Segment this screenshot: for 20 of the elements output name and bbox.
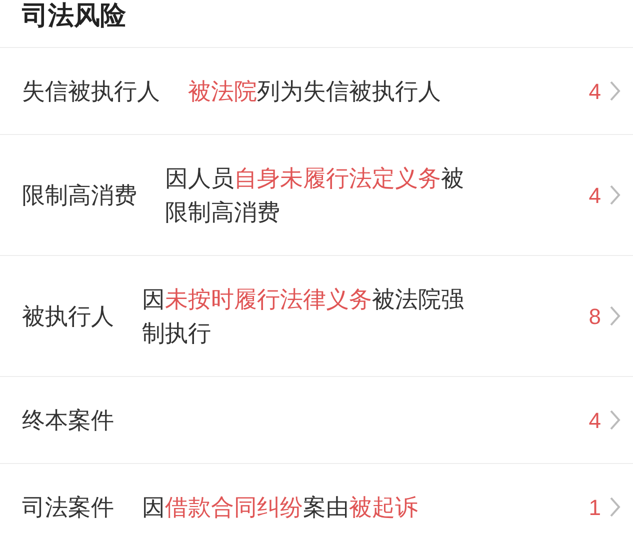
chevron-icon[interactable] <box>609 496 621 518</box>
risk-count: 4 <box>588 78 601 106</box>
risk-description: 因借款合同纠纷案由被起诉 <box>142 494 418 520</box>
chevron-icon[interactable] <box>609 80 621 102</box>
chevron-icon[interactable] <box>609 305 621 327</box>
risk-description: 被法院列为失信被执行人 <box>188 78 441 104</box>
risk-description: 因人员自身未履行法定义务被限制高消费 <box>165 165 464 225</box>
chevron-icon[interactable] <box>609 184 621 206</box>
risk-label: 限制高消费 <box>22 181 137 210</box>
risk-label: 被执行人 <box>22 302 114 331</box>
risk-label: 终本案件 <box>22 406 114 435</box>
risk-count: 4 <box>588 182 601 210</box>
risk-label: 司法案件 <box>22 493 114 522</box>
risk-count: 1 <box>588 494 601 522</box>
risk-label: 失信被执行人 <box>22 77 160 106</box>
risk-count: 4 <box>588 406 601 434</box>
risk-count: 8 <box>588 302 601 330</box>
risk-description: 因未按时履行法律义务被法院强制执行 <box>142 286 464 346</box>
section-title: 司法风险 <box>22 0 126 30</box>
chevron-icon[interactable] <box>609 409 621 431</box>
